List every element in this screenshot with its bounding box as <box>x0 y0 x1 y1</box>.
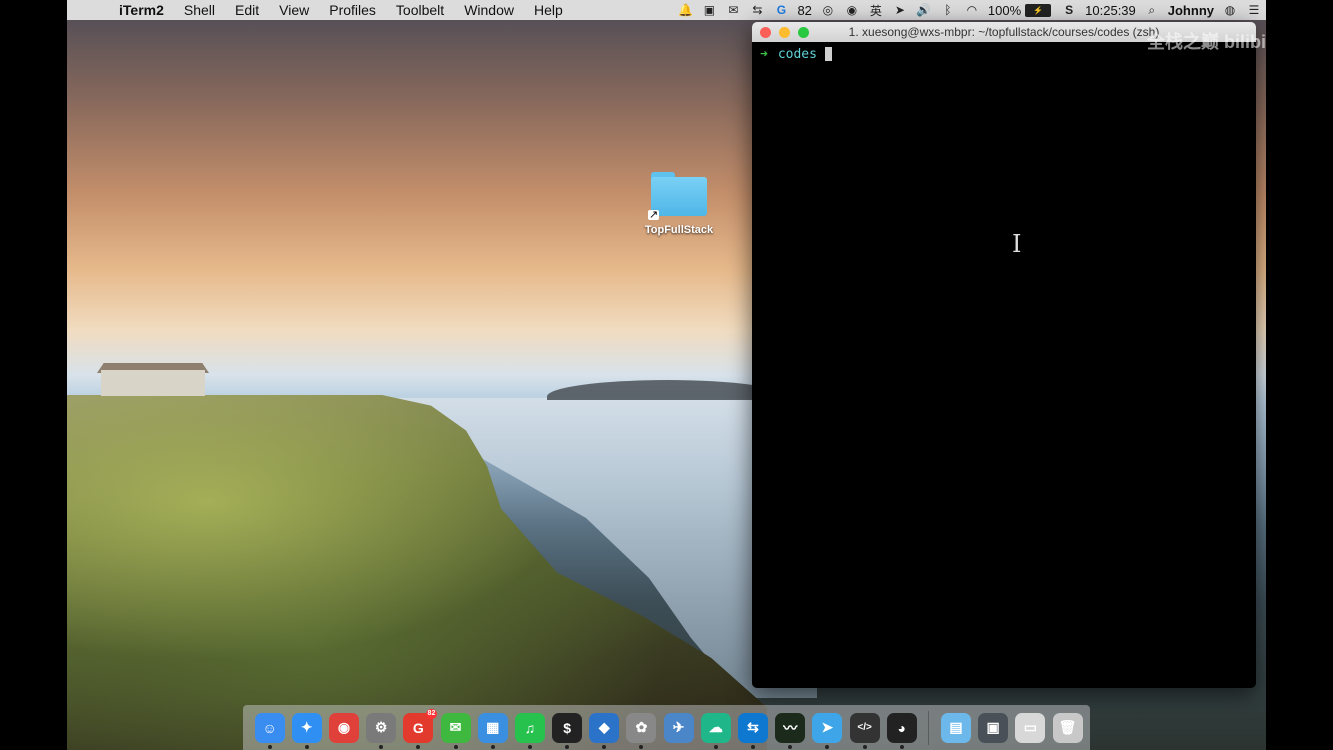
downloads-folder-icon[interactable]: ▤ <box>940 712 971 743</box>
wifi-icon[interactable]: ◠ <box>963 3 981 17</box>
running-indicator <box>713 744 718 749</box>
photo-app-icon[interactable]: ✿ <box>626 712 657 749</box>
running-indicator <box>490 744 495 749</box>
menu-toolbelt[interactable]: Toolbelt <box>386 0 454 20</box>
running-indicator <box>788 744 793 749</box>
video-watermark: 全栈之巅 bilibili <box>1147 32 1266 52</box>
weibo-status-icon[interactable]: G <box>772 3 790 17</box>
system-preferences-icon[interactable]: ⚙ <box>366 712 397 749</box>
running-indicator <box>304 744 309 749</box>
trash-icon[interactable]: 🗑 <box>1052 712 1083 743</box>
menu-help[interactable]: Help <box>524 0 573 20</box>
letterbox-left <box>0 0 67 750</box>
qq-icon[interactable]: ◕ <box>886 712 917 749</box>
ibeam-cursor-icon: I <box>1012 230 1022 258</box>
alias-arrow-icon: ↗ <box>648 209 660 221</box>
battery-icon[interactable]: ⚡ <box>1025 3 1052 17</box>
running-indicator <box>639 744 644 749</box>
notification-center-icon[interactable]: ☰ <box>1245 3 1263 17</box>
folder-app-icon[interactable]: ▦ <box>477 712 508 749</box>
terminal-title: 1. xuesong@wxs-mbpr: ~/topfullstack/cour… <box>848 25 1160 39</box>
running-indicator <box>602 744 607 749</box>
menu-view[interactable]: View <box>269 0 319 20</box>
script-s-icon[interactable]: S <box>1060 3 1078 17</box>
screen-record-icon[interactable]: ▣ <box>700 3 718 17</box>
menu-shell[interactable]: Shell <box>174 0 225 20</box>
teamviewer-status-icon[interactable]: ⇆ <box>748 3 766 17</box>
paper-plane-icon[interactable]: ➤ <box>812 712 843 749</box>
menu-bar: iTerm2 Shell Edit View Profiles Toolbelt… <box>67 0 1266 20</box>
running-indicator <box>862 744 867 749</box>
menu-edit[interactable]: Edit <box>225 0 269 20</box>
spotlight-search-icon[interactable]: ⌕ <box>1143 3 1161 17</box>
running-indicator <box>899 744 904 749</box>
input-method-icon[interactable]: 英 <box>867 3 885 18</box>
zoom-window-button[interactable] <box>798 26 809 38</box>
terminal-window[interactable]: 1. xuesong@wxs-mbpr: ~/topfullstack/cour… <box>752 22 1256 688</box>
clock[interactable]: 10:25:39 <box>1085 3 1136 18</box>
screenshot-stack-icon[interactable]: ▣ <box>978 712 1009 743</box>
close-window-button[interactable] <box>760 26 771 38</box>
volume-icon[interactable]: 🔊 <box>915 3 933 17</box>
music-icon[interactable]: ♫ <box>514 712 545 749</box>
dock: ☺ ✦ ◉ ⚙ G 82 ✉ ▦ ♫ $ ◆ ✿ ✈ ☁ ⇆ 〰 ➤ </> ◕ ▤ ▣ ▭ 🗑 <box>243 705 1090 750</box>
bluetooth-icon[interactable]: ᛒ <box>939 3 957 17</box>
siri-icon[interactable]: ◍ <box>1221 3 1239 17</box>
desktop-screen: iTerm2 Shell Edit View Profiles Toolbelt… <box>67 0 1266 750</box>
folder-label: TopFullStack <box>644 224 714 236</box>
wallpaper-hill <box>547 380 787 400</box>
send-icon[interactable]: ➤ <box>891 3 909 17</box>
menu-profiles[interactable]: Profiles <box>319 0 386 20</box>
status-badge-count: 82 <box>797 2 812 18</box>
vscode-icon[interactable]: ◆ <box>589 712 620 749</box>
text-cursor <box>824 47 832 61</box>
teamviewer-icon[interactable]: ⇆ <box>738 712 769 749</box>
running-indicator <box>453 744 458 749</box>
running-indicator <box>267 744 272 749</box>
cloud-sync-icon[interactable]: ◎ <box>819 3 837 17</box>
running-indicator <box>527 744 532 749</box>
prompt-directory: codes <box>777 46 817 62</box>
xcode-icon[interactable]: ✈ <box>663 712 694 743</box>
chrome-icon[interactable]: ◉ <box>328 712 359 743</box>
desktop-folder[interactable]: ↗ TopFullStack <box>635 172 723 236</box>
wechat-status-icon[interactable]: ✉ <box>724 3 742 17</box>
dock-separator <box>928 710 930 745</box>
menu-window[interactable]: Window <box>454 0 524 20</box>
windows-stack-icon[interactable]: ▭ <box>1015 712 1046 743</box>
running-indicator <box>751 744 756 749</box>
finder-icon[interactable]: ☺ <box>254 712 285 749</box>
minimize-window-button[interactable] <box>779 26 790 38</box>
status-menu-area: 🔔 ▣ ✉ ⇆ G 82 ◎ ◉ 英 ➤ 🔊 ᛒ ◠ 100% ⚡ S 10:2… <box>673 0 1266 20</box>
battery-percent: 100% <box>987 2 1022 18</box>
activity-monitor-icon[interactable]: 〰 <box>775 712 806 749</box>
wechat-icon[interactable]: ✉ <box>440 712 471 749</box>
letterbox-right <box>1266 0 1333 750</box>
running-indicator <box>565 744 570 749</box>
running-indicator <box>379 744 384 749</box>
menu-app-name[interactable]: iTerm2 <box>115 0 174 20</box>
terminal-icon[interactable]: $ <box>552 712 583 749</box>
wallpaper-house <box>101 370 205 396</box>
running-indicator <box>825 744 830 749</box>
safari-icon[interactable]: ✦ <box>291 712 322 749</box>
cloud-icon[interactable]: ☁ <box>700 712 731 749</box>
running-indicator <box>416 744 421 749</box>
prompt-arrow: ➜ <box>760 46 768 62</box>
github-icon[interactable]: ◉ <box>843 3 861 17</box>
user-name[interactable]: Johnny <box>1168 3 1214 18</box>
weibo-icon[interactable]: G 82 <box>403 708 438 749</box>
folder-icon[interactable]: ↗ <box>648 172 707 221</box>
dock-badge: 82 <box>425 708 438 719</box>
code-editor-icon[interactable]: </> <box>849 712 880 749</box>
notification-bell-icon[interactable]: 🔔 <box>676 3 694 17</box>
